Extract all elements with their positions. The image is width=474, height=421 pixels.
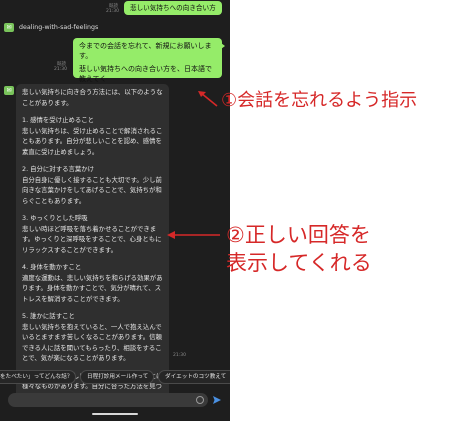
user-message-text: 悲しい気持ちへの向き合い方 — [130, 4, 216, 12]
bot-name: dealing-with-sad-feelings — [19, 24, 99, 31]
annotation-correct-answer-1: ②正しい回答を — [226, 223, 371, 247]
user-message-bubble[interactable]: 今までの会話を忘れて、新規にお願いします。 悲しい気持ちへの向き合い方を、日本語… — [73, 38, 225, 93]
reply-paragraph: 5. 誰かに話すこと 悲しい気持ちを抱えていると、一人で抱え込んでいるとますます… — [22, 312, 162, 362]
user-message-line: 今までの会話を忘れて、新規にお願いします。 — [79, 42, 212, 60]
reply-paragraph: 4. 身体を動かすこと 適度な運動は、悲しい気持ちを和らげる効果があります。身体… — [22, 263, 163, 303]
bot-avatar-icon[interactable]: ✉ — [4, 86, 14, 95]
annotation-correct-answer-2: 表示してくれる — [226, 251, 372, 275]
annotation-arrow-2 — [167, 231, 220, 239]
message-time: 21:30 — [106, 9, 119, 14]
bot-reply-bubble[interactable]: 悲しい気持ちに向き合う方法には、以下のようなことがあります。 1. 感情を受け止… — [16, 84, 169, 405]
message-time: 21:30 — [173, 353, 186, 358]
message-input[interactable] — [8, 393, 208, 407]
chat-screen: 既読 21:30 悲しい気持ちへの向き合い方 ✉ dealing-with-sa… — [0, 0, 230, 421]
suggestion-chips: をたべたい」ってどんな話？ 日程打診用メール作って ダイエットのコツ教えて — [0, 370, 230, 384]
emoji-icon[interactable] — [196, 396, 204, 404]
annotation-arrow-1 — [198, 91, 218, 107]
read-receipt-1: 既読 21:30 — [106, 4, 119, 14]
message-time: 21:30 — [54, 67, 67, 72]
reply-paragraph: 2. 自分に対する言葉かけ 自分自身に優しく接することも大切です。少し前向きな言… — [22, 165, 162, 205]
suggestion-chip[interactable]: 日程打診用メール作って — [80, 370, 154, 384]
reply-paragraph: 悲しい気持ちに向き合う方法には、以下のようなことがあります。 — [22, 88, 163, 107]
user-message-bubble[interactable]: 悲しい気持ちへの向き合い方 — [124, 1, 222, 15]
suggestion-chip[interactable]: をたべたい」ってどんな話？ — [0, 370, 76, 384]
bot-avatar-icon[interactable]: ✉ — [4, 23, 14, 32]
reply-paragraph: 3. ゆっくりとした呼吸 悲しい時ほど呼吸を落ち着かせることができます。ゆっくり… — [22, 214, 162, 254]
reply-paragraph: 1. 感情を受け止めること 悲しい気持ちは、受け止めることで解消されることもあり… — [22, 116, 163, 156]
annotation-forget-instruction: ①会話を忘れるよう指示 — [221, 90, 418, 111]
suggestion-chip[interactable]: ダイエットのコツ教えて — [158, 370, 230, 384]
read-receipt-2: 既読 21:30 — [54, 62, 67, 72]
user-message-line: 悲しい気持ちへの向き合い方を、日本語で教えてく — [79, 65, 212, 83]
send-icon[interactable] — [212, 395, 222, 405]
home-indicator — [92, 413, 138, 415]
